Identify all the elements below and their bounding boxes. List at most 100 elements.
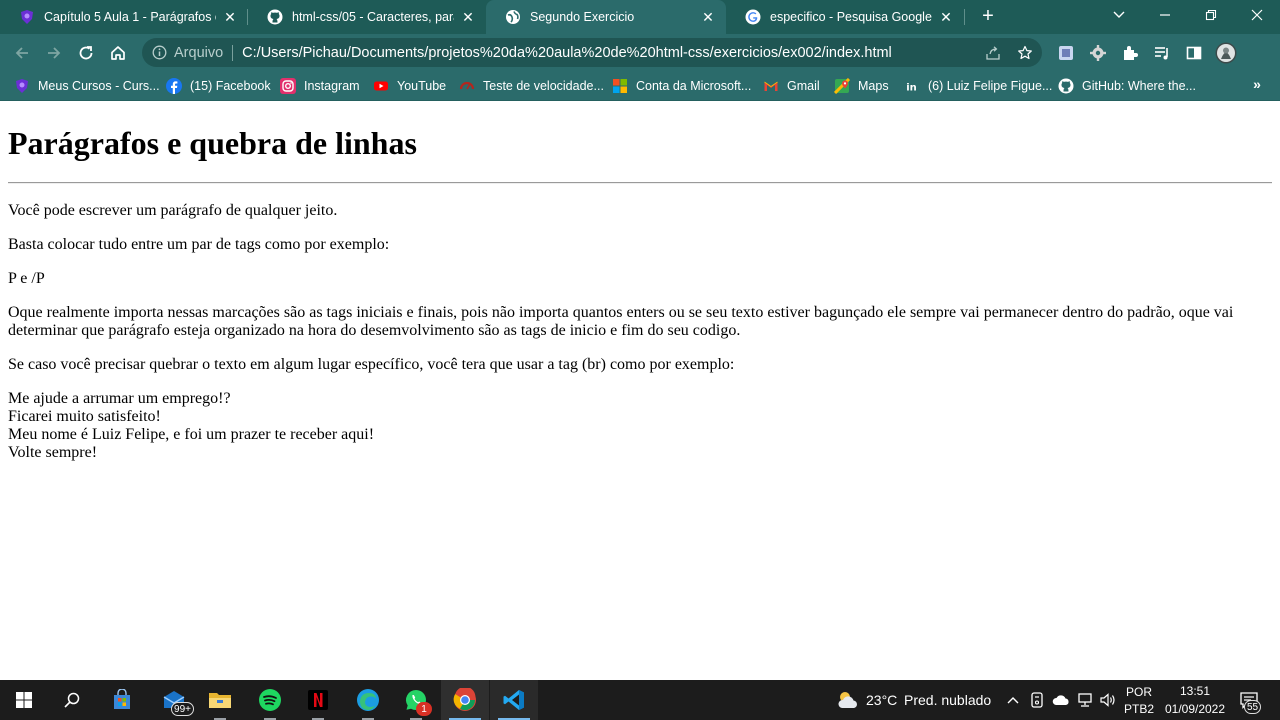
language-code[interactable]: POR — [1123, 685, 1155, 699]
break-line-3: Meu nome é Luiz Felipe, e foi um prazer … — [8, 426, 375, 443]
device-icon[interactable] — [1028, 691, 1046, 709]
netflix-icon[interactable] — [294, 680, 342, 720]
bookmark-label: (15) Facebook — [190, 79, 271, 93]
bookmark-label: Teste de velocidade... — [483, 79, 604, 93]
close-icon[interactable]: ✕ — [938, 9, 954, 25]
minimize-icon[interactable] — [1142, 0, 1188, 30]
facebook-icon — [166, 78, 182, 94]
store-icon[interactable] — [98, 680, 146, 720]
tab-html-css-05[interactable]: html-css/05 - Caracteres, parágrafos ✕ — [248, 0, 486, 34]
volume-icon[interactable] — [1099, 691, 1117, 709]
bookmark-label: (6) Luiz Felipe Figue... — [928, 79, 1053, 93]
star-icon[interactable] — [1016, 44, 1034, 62]
bookmark-instagram[interactable]: Instagram — [280, 76, 360, 96]
maps-icon — [834, 78, 850, 94]
windows-start-icon[interactable] — [0, 680, 48, 720]
show-hidden-icons-chevron-icon[interactable] — [1004, 691, 1022, 709]
clock-time[interactable]: 13:51 — [1160, 684, 1230, 698]
close-icon[interactable]: ✕ — [222, 9, 238, 25]
paragraph-5: Se caso você precisar quebrar o texto em… — [8, 356, 735, 373]
clock-date[interactable]: 01/09/2022 — [1160, 702, 1230, 716]
web-page-content: Parágrafos e quebra de linhas Você pode … — [0, 102, 1280, 680]
bookmark-youtube[interactable]: YouTube — [373, 76, 446, 96]
microsoft-icon — [612, 78, 628, 94]
address-bar[interactable]: Arquivo C:/Users/Pichau/Documents/projet… — [142, 38, 1042, 67]
file-explorer-icon[interactable] — [196, 680, 244, 720]
back-button[interactable] — [9, 40, 35, 66]
gear-extension-icon[interactable] — [1087, 42, 1109, 64]
horizontal-rule — [8, 182, 1272, 184]
notification-count-badge: 55 — [1244, 700, 1262, 714]
bookmark-label: GitHub: Where the... — [1082, 79, 1196, 93]
edge-icon[interactable] — [344, 680, 392, 720]
instagram-icon — [280, 78, 296, 94]
close-window-icon[interactable] — [1234, 0, 1280, 30]
weather-cloud-icon[interactable] — [836, 689, 860, 711]
omnibox-divider — [232, 44, 234, 61]
bookmark-github[interactable]: GitHub: Where the... — [1058, 76, 1196, 96]
side-panel-icon[interactable] — [1183, 42, 1205, 64]
github-icon — [267, 9, 283, 25]
bookmark-label: Instagram — [304, 79, 360, 93]
youtube-icon — [373, 78, 389, 94]
weather-temperature[interactable]: 23°C — [866, 692, 897, 708]
onedrive-cloud-icon[interactable] — [1052, 691, 1070, 709]
whatsapp-badge: 1 — [416, 702, 432, 716]
weather-condition[interactable]: Pred. nublado — [904, 692, 991, 708]
tab-capitulo-5[interactable]: Capítulo 5 Aula 1 - Parágrafos e Q ✕ — [0, 0, 248, 34]
tab-especifico-google[interactable]: especifico - Pesquisa Google ✕ — [726, 0, 964, 34]
bookmarks-overflow-chevron-icon[interactable]: » — [1248, 76, 1266, 94]
bookmark-label: Gmail — [787, 79, 820, 93]
whatsapp-icon[interactable]: 1 — [392, 680, 440, 720]
share-icon[interactable] — [984, 44, 1002, 62]
bookmark-speedtest[interactable]: Teste de velocidade... — [459, 76, 604, 96]
bookmark-linkedin[interactable]: in (6) Luiz Felipe Figue... — [904, 76, 1052, 96]
page-title: Parágrafos e quebra de linhas — [8, 125, 417, 161]
mail-icon[interactable]: 99+ — [150, 680, 198, 720]
bookmark-maps[interactable]: Maps — [834, 76, 889, 96]
bookmark-facebook[interactable]: (15) Facebook — [166, 76, 271, 96]
close-icon[interactable]: ✕ — [460, 9, 476, 25]
close-icon[interactable]: ✕ — [700, 9, 716, 25]
tab-title: Capítulo 5 Aula 1 - Parágrafos e Q — [44, 10, 216, 24]
gmail-icon — [763, 78, 779, 94]
windows-taskbar: 99+ 1 23°C Pred. nublado POR PTB2 13:51 … — [0, 680, 1280, 720]
bookmark-label: Meus Cursos - Curs... — [38, 79, 160, 93]
linkedin-icon: in — [904, 78, 920, 94]
mail-badge: 99+ — [171, 702, 194, 716]
browser-toolbar: Arquivo C:/Users/Pichau/Documents/projet… — [0, 34, 1280, 71]
course-icon — [14, 78, 30, 94]
forward-button[interactable] — [41, 40, 67, 66]
network-icon[interactable] — [1076, 691, 1094, 709]
bookmark-label: Conta da Microsoft... — [636, 79, 752, 93]
extensions-icon[interactable] — [1119, 42, 1141, 64]
restore-icon[interactable] — [1188, 0, 1234, 30]
tab-title: especifico - Pesquisa Google — [770, 10, 932, 24]
tab-separator — [964, 9, 965, 25]
chrome-icon[interactable] — [441, 680, 489, 720]
bookmark-microsoft[interactable]: Conta da Microsoft... — [612, 76, 751, 96]
profile-avatar-icon[interactable] — [1215, 42, 1237, 64]
tab-segundo-exercicio[interactable]: Segundo Exercicio ✕ — [486, 0, 726, 34]
puzzle-extension-icon[interactable] — [1055, 42, 1077, 64]
bookmark-gmail[interactable]: Gmail — [763, 76, 820, 96]
info-icon[interactable] — [151, 45, 167, 61]
bookmarks-bar: Meus Cursos - Curs... (15) Facebook Inst… — [0, 71, 1280, 101]
reload-button[interactable] — [73, 40, 99, 66]
spotify-icon[interactable] — [246, 680, 294, 720]
bookmark-label: YouTube — [397, 79, 447, 93]
media-queue-icon[interactable] — [1151, 42, 1173, 64]
bookmark-meus-cursos[interactable]: Meus Cursos - Curs... — [14, 76, 160, 96]
tab-title: Segundo Exercicio — [530, 10, 635, 24]
tab-strip: Capítulo 5 Aula 1 - Parágrafos e Q ✕ htm… — [0, 0, 1280, 34]
vscode-icon[interactable] — [490, 680, 538, 720]
search-icon[interactable] — [48, 680, 96, 720]
tab-search-icon[interactable] — [1096, 0, 1142, 30]
home-button[interactable] — [105, 40, 131, 66]
url-text[interactable]: C:/Users/Pichau/Documents/projetos%20da%… — [242, 45, 892, 61]
new-tab-button[interactable]: + — [976, 5, 1000, 29]
keyboard-layout[interactable]: PTB2 — [1123, 702, 1155, 716]
break-line-1: Me ajude a arrumar um emprego!? — [8, 390, 231, 407]
speedtest-icon — [459, 78, 475, 94]
globe-icon — [505, 9, 521, 25]
